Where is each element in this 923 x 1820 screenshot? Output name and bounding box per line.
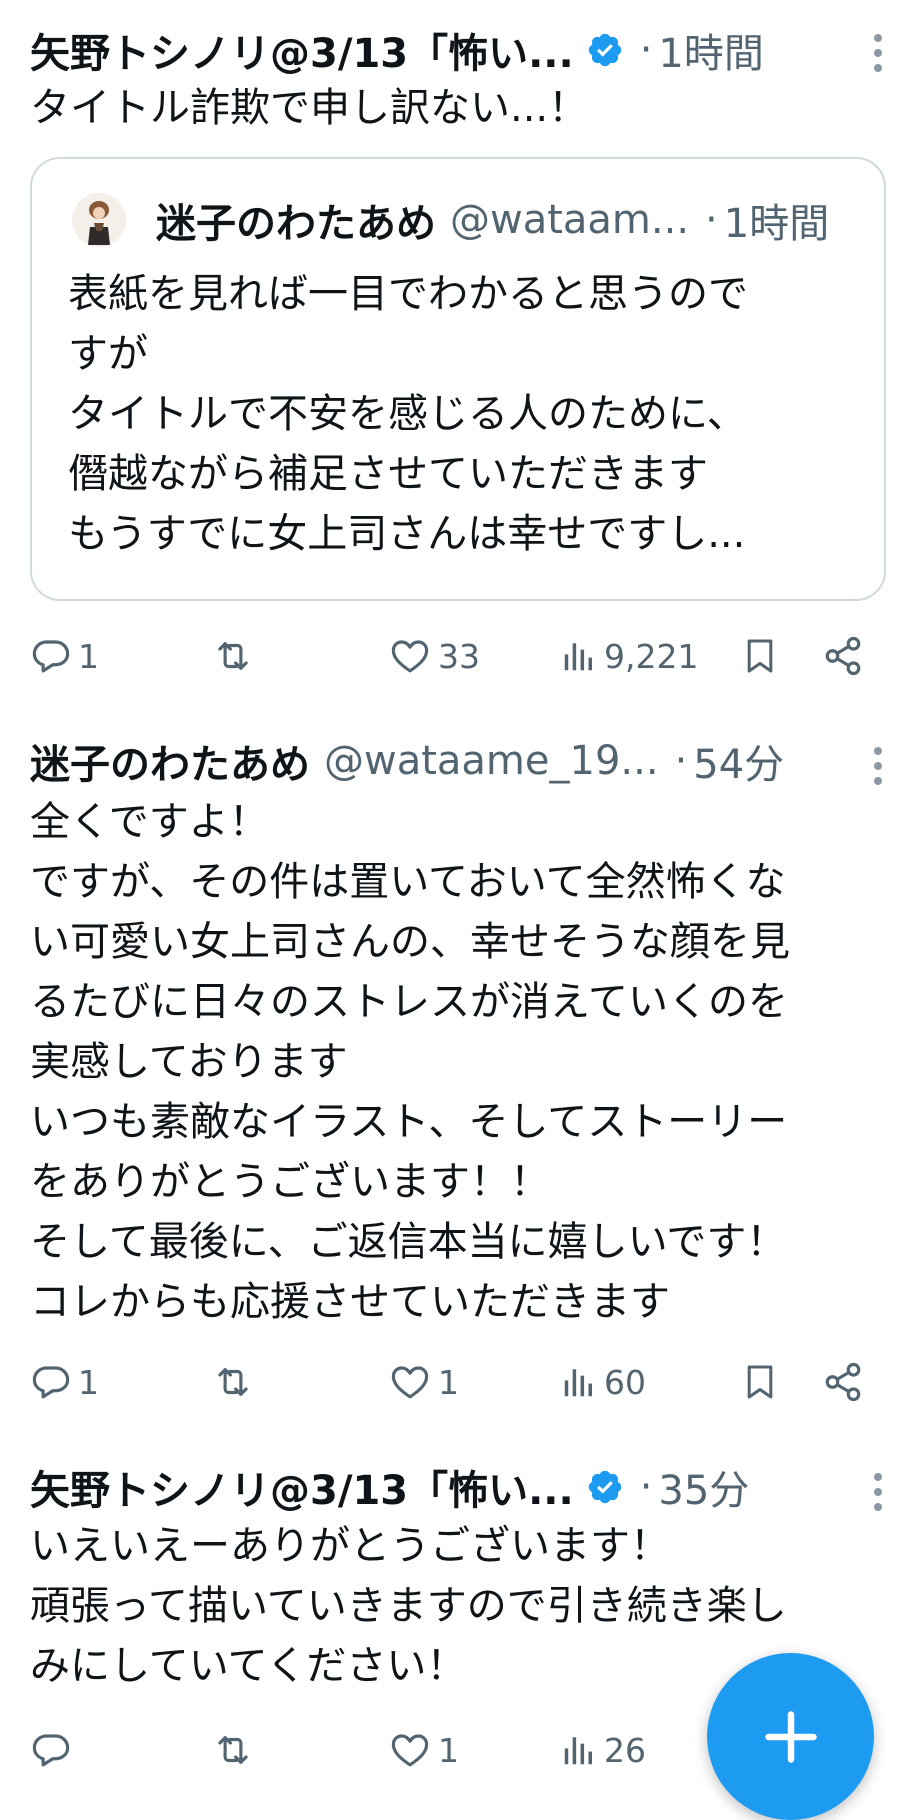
share-icon	[825, 1362, 861, 1402]
reply-icon	[32, 1734, 70, 1767]
quoted-author-handle: @wataam...	[450, 197, 690, 243]
like-icon	[391, 1366, 429, 1399]
views-icon	[564, 643, 592, 671]
author-name[interactable]: 迷子のわたあめ	[30, 732, 310, 790]
views-icon	[564, 1737, 592, 1765]
tweet-text: タイトル詐欺で申し訳ない...！	[30, 85, 589, 131]
verified-badge-icon	[588, 1470, 621, 1504]
views-button[interactable]: 9,221	[560, 626, 698, 686]
compose-plus-icon	[764, 1710, 817, 1763]
reply-count: 1	[78, 1362, 99, 1402]
quoted-timestamp: 1時間	[723, 201, 830, 247]
separator-dot: ·	[705, 197, 718, 243]
retweet-icon	[218, 1736, 248, 1764]
reply-icon	[32, 640, 70, 673]
retweet-button[interactable]	[210, 1720, 262, 1780]
separator-dot: ·	[674, 738, 688, 784]
quoted-tweet-text: 表紙を見れば一目でわかると思うので すが タイトルで不安を感じる人のために、 僭…	[68, 271, 748, 557]
quoted-author-name: 迷子のわたあめ	[156, 201, 436, 247]
like-icon	[391, 1734, 429, 1767]
compose-button[interactable]	[707, 1653, 874, 1820]
more-icon[interactable]	[873, 1473, 883, 1511]
author-name[interactable]: 矢野トシノリ@3/13「怖い...	[30, 21, 574, 79]
views-button[interactable]: 60	[560, 1352, 646, 1412]
retweet-button[interactable]	[210, 1352, 262, 1412]
quoted-tweet-header: 迷子のわたあめ @wataam... · 1時間	[72, 189, 854, 251]
author-name[interactable]: 矢野トシノリ@3/13「怖い...	[30, 1458, 574, 1516]
like-count: 33	[438, 636, 480, 676]
reply-button[interactable]: 1	[30, 1352, 99, 1412]
timestamp[interactable]: 35分	[658, 1458, 749, 1516]
bookmark-icon	[747, 639, 773, 673]
tweet-header: 矢野トシノリ@3/13「怖い... · 1時間	[30, 22, 893, 78]
separator-dot: ·	[639, 27, 653, 73]
share-button[interactable]	[822, 1352, 864, 1412]
reply-button[interactable]: 1	[30, 626, 99, 686]
tweet-actions: 1 33 9,221	[0, 626, 923, 686]
timestamp[interactable]: 54分	[693, 732, 784, 790]
tweet-header: 迷子のわたあめ @wataame_19... · 54分	[30, 733, 893, 789]
like-button[interactable]: 1	[388, 1720, 459, 1780]
bookmark-icon	[747, 1365, 773, 1399]
retweet-icon	[218, 642, 248, 670]
view-count: 60	[604, 1362, 646, 1402]
bookmark-button[interactable]	[740, 1352, 780, 1412]
tweet-text: 全くですよ！ ですが、その件は置いておいて全然怖くな い可愛い女上司さんの、幸せ…	[30, 799, 790, 1325]
avatar[interactable]	[72, 193, 126, 247]
reply-icon	[32, 1366, 70, 1399]
tweet-actions: 1 1 60	[0, 1352, 923, 1412]
like-count: 1	[438, 1730, 459, 1770]
share-icon	[825, 636, 861, 676]
verified-badge-icon	[588, 33, 621, 67]
quoted-tweet[interactable]: 迷子のわたあめ @wataam... · 1時間 表紙を見れば一目でわかると思う…	[30, 157, 886, 601]
like-button[interactable]: 33	[388, 626, 480, 686]
retweet-button[interactable]	[210, 626, 262, 686]
like-icon	[391, 640, 429, 673]
author-handle[interactable]: @wataame_19...	[324, 738, 659, 784]
like-button[interactable]: 1	[388, 1352, 459, 1412]
bookmark-button[interactable]	[740, 626, 780, 686]
view-count: 9,221	[604, 636, 699, 676]
separator-dot: ·	[639, 1464, 653, 1510]
tweet-header: 矢野トシノリ@3/13「怖い... · 35分	[30, 1459, 893, 1515]
timestamp[interactable]: 1時間	[658, 21, 763, 79]
like-count: 1	[438, 1362, 459, 1402]
more-icon[interactable]	[873, 34, 883, 72]
share-button[interactable]	[822, 626, 864, 686]
views-icon	[564, 1369, 592, 1397]
more-icon[interactable]	[873, 747, 883, 785]
reply-button[interactable]	[30, 1720, 78, 1780]
view-count: 26	[604, 1730, 646, 1770]
reply-count: 1	[78, 636, 99, 676]
retweet-icon	[218, 1368, 248, 1396]
views-button[interactable]: 26	[560, 1720, 646, 1780]
